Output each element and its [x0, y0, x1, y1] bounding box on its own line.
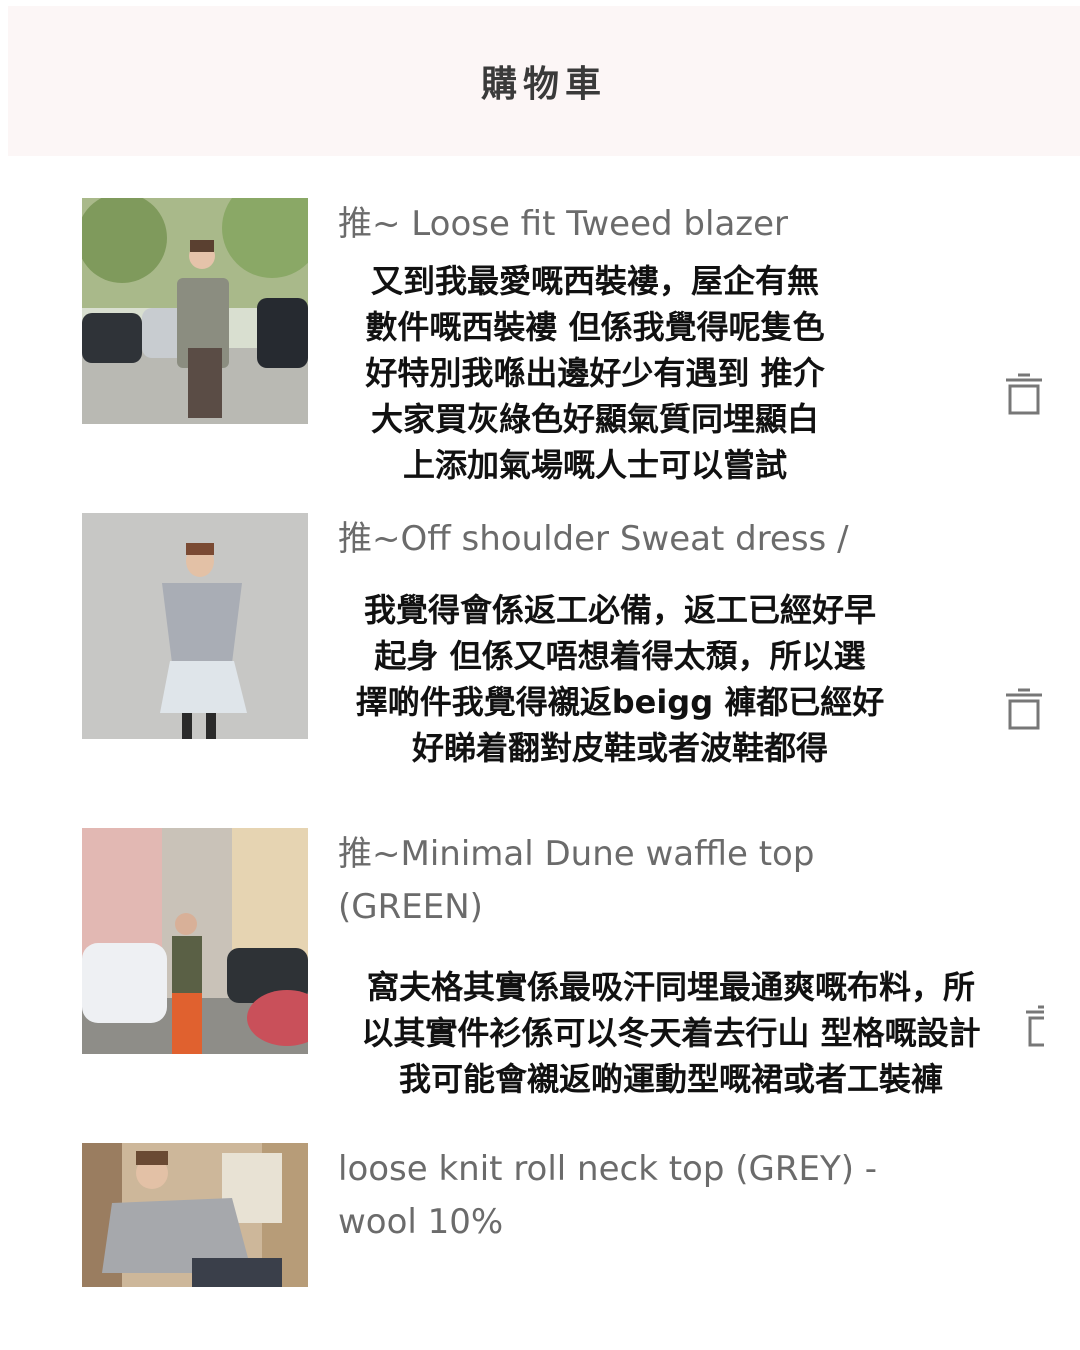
review-note: 窩夫格其實係最吸汗同埋最通爽嘅布料，所 以其實件衫係可以冬天着去行山 型格嘅設計…: [361, 968, 981, 1098]
product-name[interactable]: 推~Off shoulder Sweat dress /: [338, 513, 849, 566]
product-image[interactable]: [82, 1143, 308, 1287]
product-image[interactable]: [82, 828, 308, 1054]
review-note: 又到我最愛嘅西裝褸，屋企有無 數件嘅西裝褸 但係我覺得呢隻色 好特別我喺出邊好少…: [365, 262, 825, 484]
header-bar: 購物車: [8, 6, 1080, 156]
product-name[interactable]: 推~Minimal Dune waffle top (GREEN): [338, 828, 814, 934]
product-image[interactable]: [82, 198, 308, 424]
page-title: 購物車: [480, 64, 607, 105]
review-note: 我覺得會係返工必備，返工已經好早 起身 但係又唔想着得太頹，所以選 擇啲件我覺得…: [355, 591, 885, 767]
product-name[interactable]: loose knit roll neck top (GREY) - wool 1…: [338, 1143, 877, 1249]
product-name[interactable]: 推~ Loose fit Tweed blazer: [338, 198, 788, 251]
trash-icon[interactable]: [1024, 1004, 1044, 1048]
product-image[interactable]: [82, 513, 308, 739]
trash-icon[interactable]: [1004, 372, 1044, 416]
trash-icon[interactable]: [1004, 687, 1044, 731]
